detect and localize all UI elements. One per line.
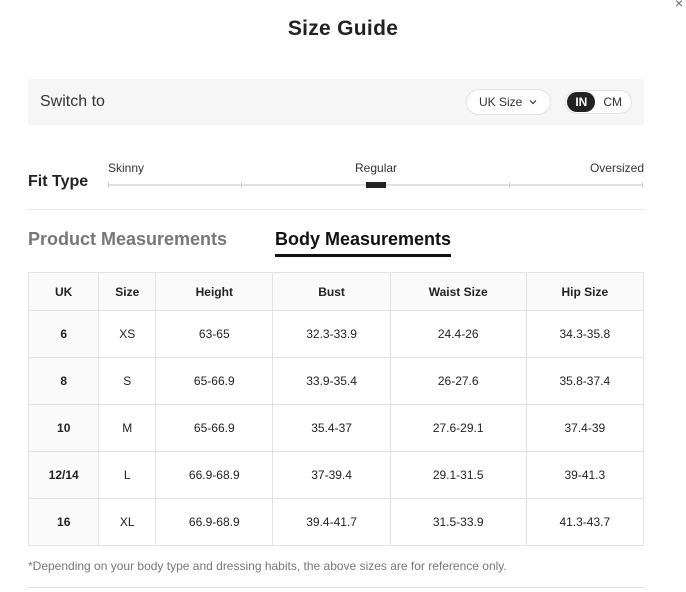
fit-label-regular: Regular xyxy=(355,161,398,175)
table-cell: 41.3-43.7 xyxy=(525,498,645,546)
unit-option-in[interactable]: IN xyxy=(567,92,596,112)
size-table: UK Size Height Bust Waist Size Hip Size … xyxy=(27,272,645,546)
table-cell: 39.4-41.7 xyxy=(272,498,391,546)
table-cell: 24.4-26 xyxy=(389,310,527,358)
table-cell: S xyxy=(98,357,157,405)
unit-toggle: IN CM xyxy=(565,90,632,114)
switch-label: Switch to xyxy=(40,93,105,110)
table-row: 8 S 65-66.9 33.9-35.4 26-27.6 35.8-37.4 xyxy=(27,357,645,405)
table-cell: 16 xyxy=(27,498,100,546)
fit-tick xyxy=(642,182,643,188)
table-header-row: UK Size Height Bust Waist Size Hip Size xyxy=(27,272,645,311)
table-cell: 35.4-37 xyxy=(272,404,391,452)
column-header: Waist Size xyxy=(389,272,527,311)
table-cell: 26-27.6 xyxy=(389,357,527,405)
modal-title: Size Guide xyxy=(287,17,399,40)
measurement-tabs: Product Measurements Body Measurements xyxy=(28,229,644,259)
fit-type-scale: Skinny Regular Oversized xyxy=(108,158,644,198)
divider xyxy=(28,587,644,588)
fit-tick xyxy=(241,182,242,188)
table-cell: 33.9-35.4 xyxy=(272,357,391,405)
unit-switch-bar: Switch to UK Size IN CM xyxy=(28,79,644,125)
table-cell: XL xyxy=(98,498,157,546)
fit-label-skinny: Skinny xyxy=(108,161,145,175)
table-cell: M xyxy=(98,404,157,452)
column-header: UK xyxy=(27,272,100,311)
tab-product-measurements[interactable]: Product Measurements xyxy=(28,229,227,254)
table-cell: 37-39.4 xyxy=(272,451,391,499)
fit-selected-marker xyxy=(366,182,386,188)
column-header: Hip Size xyxy=(525,272,645,311)
table-row: 12/14 L 66.9-68.9 37-39.4 29.1-31.5 39-4… xyxy=(27,451,645,499)
tab-body-measurements[interactable]: Body Measurements xyxy=(275,229,452,257)
divider xyxy=(28,209,644,210)
table-cell: 29.1-31.5 xyxy=(389,451,527,499)
table-cell: 31.5-33.9 xyxy=(389,498,527,546)
table-cell: 35.8-37.4 xyxy=(525,357,645,405)
table-cell: 8 xyxy=(27,357,100,405)
table-cell: 10 xyxy=(27,404,100,452)
column-header: Height xyxy=(155,272,274,311)
table-cell: 12/14 xyxy=(27,451,100,499)
close-icon[interactable]: × xyxy=(672,0,686,10)
table-cell: 32.3-33.9 xyxy=(272,310,391,358)
size-disclaimer: *Depending on your body type and dressin… xyxy=(28,559,507,573)
column-header: Bust xyxy=(272,272,391,311)
chevron-down-icon xyxy=(529,100,537,105)
table-cell: 37.4-39 xyxy=(525,404,645,452)
size-system-value: UK Size xyxy=(478,95,523,109)
fit-type-title: Fit Type xyxy=(28,173,89,190)
fit-type-row: Fit Type Skinny Regular Oversized xyxy=(28,158,644,198)
table-cell: 27.6-29.1 xyxy=(389,404,527,452)
fit-label-oversized: Oversized xyxy=(589,161,644,175)
table-cell: 66.9-68.9 xyxy=(155,498,274,546)
table-cell: 66.9-68.9 xyxy=(155,451,274,499)
table-row: 6 XS 63-65 32.3-33.9 24.4-26 34.3-35.8 xyxy=(27,310,645,358)
table-row: 16 XL 66.9-68.9 39.4-41.7 31.5-33.9 41.3… xyxy=(27,498,645,546)
table-cell: XS xyxy=(98,310,157,358)
table-cell: 63-65 xyxy=(155,310,274,358)
table-cell: 65-66.9 xyxy=(155,357,274,405)
fit-tick xyxy=(509,182,510,188)
table-cell: 65-66.9 xyxy=(155,404,274,452)
table-cell: 39-41.3 xyxy=(525,451,645,499)
size-system-dropdown[interactable]: UK Size xyxy=(465,89,552,115)
table-row: 10 M 65-66.9 35.4-37 27.6-29.1 37.4-39 xyxy=(27,404,645,452)
unit-option-cm[interactable]: CM xyxy=(595,92,630,112)
table-cell: L xyxy=(98,451,157,499)
table-cell: 6 xyxy=(27,310,100,358)
column-header: Size xyxy=(98,272,157,311)
fit-tick xyxy=(108,182,109,188)
table-cell: 34.3-35.8 xyxy=(525,310,645,358)
